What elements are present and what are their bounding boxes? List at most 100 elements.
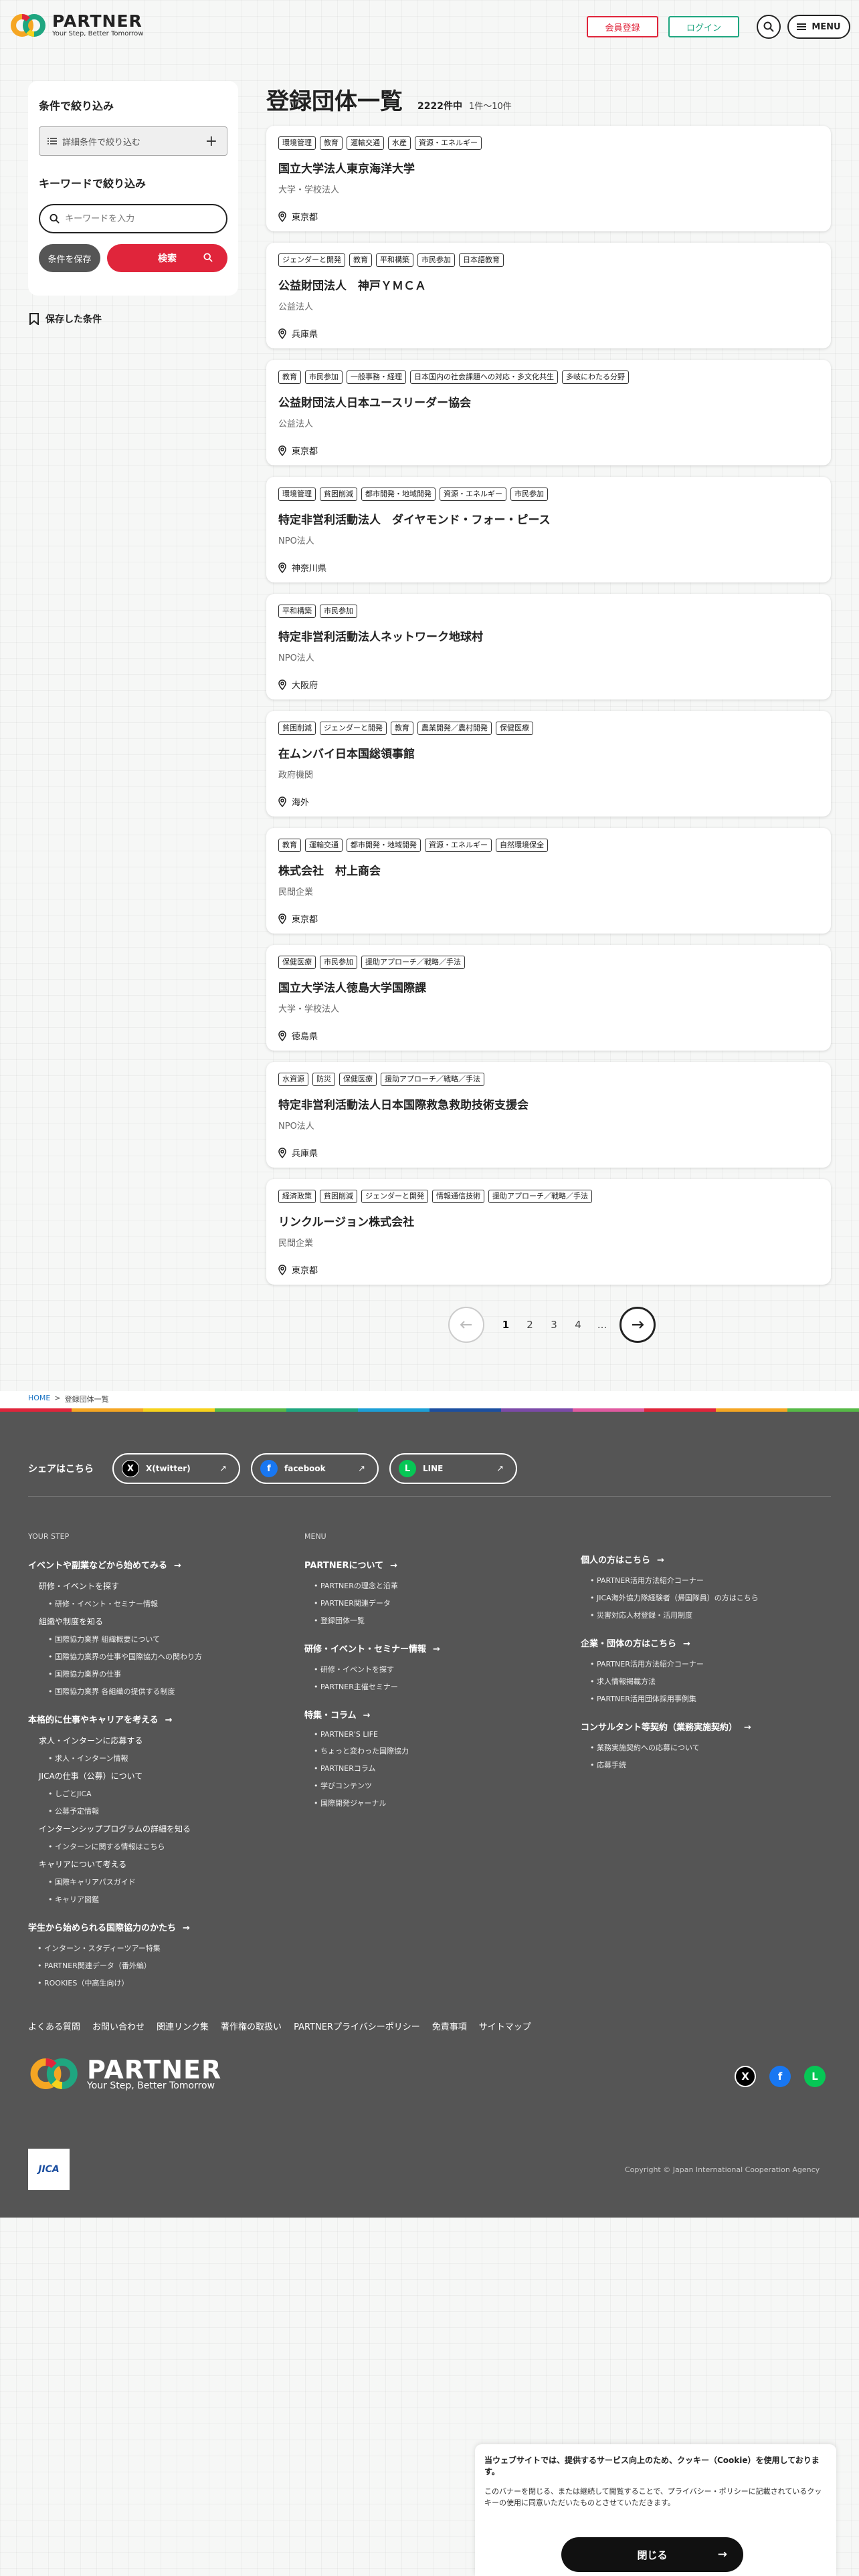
footer-link[interactable]: PARTNERコラム [314,1763,565,1774]
footer-link[interactable]: JICA海外協力隊経験者（帰国隊員）の方はこちら [590,1592,835,1603]
footer-link[interactable]: 国際キャリアパスガイド [48,1876,289,1887]
footer-bottom-link[interactable]: お問い合わせ [92,2020,145,2032]
footer-heading[interactable]: 個人の方はこちら → [581,1553,835,1566]
jica-logo[interactable]: JICA [28,2149,70,2190]
footer-sub[interactable]: JICAの仕事（公募）について [39,1770,289,1782]
footer-bottom-link[interactable]: サイトマップ [479,2020,531,2032]
footer-link[interactable]: PARTNER活用団体採用事例集 [590,1693,835,1704]
footer-link[interactable]: 国際協力業界の仕事 [48,1669,289,1679]
x-icon[interactable]: X [735,2066,756,2087]
footer-link[interactable]: 災害対応人材登録・活用制度 [590,1610,835,1620]
organization-card[interactable]: 教育 市民参加 一般事務・経理 日本国内の社会課題への対応・多文化共生 多岐にわたる分野… [266,360,831,465]
cookie-close-button[interactable]: 閉じる → [561,2537,743,2572]
footer-bottom-link[interactable]: 著作権の取扱い [221,2020,282,2032]
footer-link[interactable]: PARTNER関連データ [314,1598,565,1608]
footer-sub[interactable]: インターンシッププログラムの詳細を知る [39,1823,289,1834]
breadcrumb-home[interactable]: HOME [28,1394,50,1404]
page-4[interactable]: 4 [566,1319,590,1331]
footer-bottom-link[interactable]: よくある質問 [28,2020,80,2032]
footer-link[interactable]: 国際協力業界の仕事や国際協力への関わり方 [48,1651,289,1662]
footer-link[interactable]: PARTNER活用方法紹介コーナー [590,1575,835,1586]
arrow-right-icon [632,1321,644,1329]
save-condition-button[interactable]: 条件を保存 [39,244,100,272]
footer-link[interactable]: PARTNERの理念と沿革 [314,1580,565,1591]
category-tag: ジェンダーと開発 [320,722,387,735]
footer-link[interactable]: 研修・イベント・セミナー情報 [48,1598,289,1609]
organization-name: 特定非営利活動法人日本国際救急救助技術支援会 [278,1099,529,1112]
organization-card[interactable]: 経済政策 貧困削減 ジェンダーと開発 情報通信技術 援助アプローチ／戦略／手法 リンクルー… [266,1179,831,1285]
search-button[interactable]: 検索 [107,244,227,272]
share-x-button[interactable]: X X(twitter) ↗ [112,1453,240,1484]
detail-filter-button[interactable]: 詳細条件で絞り込む + [39,126,227,156]
footer-heading[interactable]: コンサルタント等契約（業務実施契約） → [581,1720,835,1733]
organization-card[interactable]: 環境管理 教育 運輸交通 水産 資源・エネルギー 国立大学法人東京海洋大学 大学・学校法人東… [266,126,831,231]
footer-link[interactable]: 国際開発ジャーナル [314,1798,565,1808]
page-3[interactable]: 3 [542,1319,566,1331]
footer-link[interactable]: PARTNER活用方法紹介コーナー [590,1658,835,1669]
login-button[interactable]: ログイン [668,16,739,37]
footer-link[interactable]: 国際協力業界 組織概要について [48,1634,289,1644]
footer-heading[interactable]: 研修・イベント・セミナー情報 → [304,1642,565,1654]
share-facebook-button[interactable]: f facebook ↗ [251,1453,379,1484]
keyword-field[interactable] [39,204,227,233]
footer-link[interactable]: 応募手続 [590,1759,835,1770]
card-tags: 貧困削減 ジェンダーと開発 教育 農業開発／農村開発 保健医療 [278,722,819,735]
footer-bottom-link[interactable]: 関連リンク集 [157,2020,209,2032]
saved-conditions-link[interactable]: 保存した条件 [29,312,102,326]
partner-logo-icon [11,14,45,37]
footer-heading[interactable]: 学生から始められる国際協力のかたち → [28,1921,289,1933]
facebook-icon[interactable]: f [769,2066,791,2087]
register-button[interactable]: 会員登録 [587,16,658,37]
next-page-button[interactable] [619,1307,656,1343]
footer-link[interactable]: しごとJICA [48,1788,289,1799]
footer-link[interactable]: ちょっと変わった国際協力 [314,1745,565,1756]
footer-links: よくある質問 お問い合わせ 関連リンク集 著作権の取扱い PARTNERプライバシーポリ… [28,2020,531,2032]
organization-card[interactable]: 水資源 防災 保健医療 援助アプローチ／戦略／手法 特定非営利活動法人日本国際救急救助技… [266,1062,831,1168]
footer-heading[interactable]: 本格的に仕事やキャリアを考える → [28,1713,289,1725]
footer-link[interactable]: PARTNER'S LIFE [314,1730,565,1739]
footer-sub[interactable]: 研修・イベントを探す [39,1580,289,1592]
footer-link[interactable]: 学びコンテンツ [314,1780,565,1791]
footer-heading[interactable]: 企業・団体の方はこちら → [581,1636,835,1649]
page-1[interactable]: 1 [494,1319,518,1331]
footer-link[interactable]: インターンに関する情報はこちら [48,1841,289,1852]
header-search-button[interactable] [757,15,781,39]
footer-link[interactable]: 登録団体一覧 [314,1615,565,1626]
site-logo[interactable]: PARTNER Your Step, Better Tomorrow [9,12,143,39]
footer-bottom-link[interactable]: 免責事項 [432,2020,467,2032]
location-text: 東京都 [292,213,318,223]
footer-link[interactable]: ROOKIES（中高生向け） [37,1977,289,1988]
footer-sub[interactable]: 組織や制度を知る [39,1616,289,1627]
keyword-input[interactable] [65,213,217,224]
footer-sub[interactable]: キャリアについて考える [39,1858,289,1870]
organization-card[interactable]: 貧困削減 ジェンダーと開発 教育 農業開発／農村開発 保健医療 在ムンバイ日本国総領事館政… [266,711,831,817]
footer-link[interactable]: 公募予定情報 [48,1806,289,1816]
share-line-button[interactable]: L LINE ↗ [389,1453,517,1484]
footer-link[interactable]: インターン・スタディーツアー特集 [37,1943,289,1953]
footer-link[interactable]: 求人情報掲載方法 [590,1676,835,1687]
organization-type: 公益法人 [278,419,314,429]
page-2[interactable]: 2 [518,1319,542,1331]
category-tag: 運輸交通 [347,136,384,150]
footer-heading[interactable]: PARTNERについて → [304,1558,565,1571]
footer-heading[interactable]: イベントや副業などから始めてみる → [28,1558,289,1571]
prev-page-button[interactable] [448,1307,484,1343]
footer-link[interactable]: PARTNER主催セミナー [314,1681,565,1692]
footer-logo[interactable]: PARTNER Your Step, Better Tomorrow [28,2056,221,2092]
footer-link[interactable]: 国際協力業界 各組織の提供する制度 [48,1686,289,1697]
footer-heading[interactable]: 特集・コラム → [304,1708,565,1721]
footer-link[interactable]: 業務実施契約への応募について [590,1742,835,1753]
footer-sub[interactable]: 求人・インターンに応募する [39,1735,289,1746]
footer-link[interactable]: PARTNER関連データ（番外編） [37,1960,289,1971]
line-icon[interactable]: L [804,2066,826,2087]
organization-card[interactable]: 平和構築 市民参加 特定非営利活動法人ネットワーク地球村 NPO法人 大阪府 [266,594,831,700]
menu-button[interactable]: MENU [787,15,850,39]
organization-card[interactable]: 保健医療 市民参加 援助アプローチ／戦略／手法 国立大学法人徳島大学国際課 大学・学校法… [266,945,831,1051]
footer-bottom-link[interactable]: PARTNERプライバシーポリシー [294,2020,420,2032]
organization-card[interactable]: 環境管理 貧困削減 都市開発・地域開発 資源・エネルギー 市民参加 特定非営利活動法人 ダ… [266,477,831,582]
footer-link[interactable]: 研修・イベントを探す [314,1664,565,1675]
footer-link[interactable]: キャリア図鑑 [48,1894,289,1905]
footer-link[interactable]: 求人・インターン情報 [48,1753,289,1763]
organization-card[interactable]: 教育 運輸交通 都市開発・地域開発 資源・エネルギー 自然環境保全 株式会社 村上商会 民間… [266,828,831,934]
organization-card[interactable]: ジェンダーと開発 教育 平和構築 市民参加 日本語教育 公益財団法人 神戸ＹＭＣＡ 公益法人… [266,243,831,348]
